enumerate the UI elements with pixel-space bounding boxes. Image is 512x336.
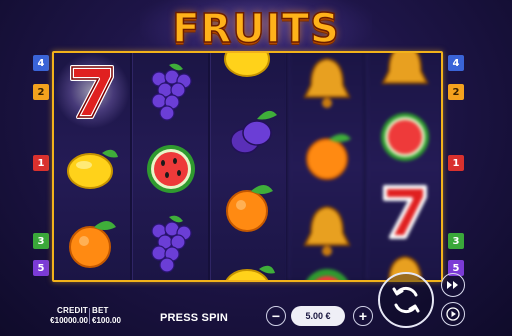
fast-forward-icon bbox=[447, 281, 458, 289]
lemon-icon bbox=[211, 245, 287, 280]
payline-indicator-left[interactable]: 4 bbox=[33, 55, 49, 71]
orange-icon bbox=[54, 205, 130, 280]
reel-1 bbox=[54, 53, 130, 280]
spin-arrows-icon bbox=[392, 286, 420, 314]
slot-game-screen: FRUITS 4 2 1 3 5 4 2 1 3 5 CREDIT €10000… bbox=[0, 0, 512, 336]
control-bar: CREDIT €10000.00 BET €100.00 PRESS SPIN … bbox=[0, 286, 512, 336]
play-icon bbox=[446, 307, 460, 321]
lemon-icon bbox=[211, 53, 287, 93]
payline-indicator-right[interactable]: 2 bbox=[448, 84, 464, 100]
bet-value: €100.00 bbox=[92, 316, 121, 325]
decrease-bet-button[interactable]: − bbox=[266, 306, 286, 326]
payline-indicator-left[interactable]: 3 bbox=[33, 233, 49, 249]
grapes-icon bbox=[133, 53, 209, 129]
watermelon-icon bbox=[367, 97, 441, 173]
reel-4 bbox=[288, 53, 364, 280]
plum-icon bbox=[211, 93, 287, 169]
game-title: FRUITS bbox=[171, 5, 340, 53]
watermelon-icon bbox=[133, 129, 209, 205]
lemon-icon bbox=[54, 129, 130, 205]
bet-amount-field[interactable]: 5.00 € bbox=[291, 306, 345, 326]
orange-icon bbox=[289, 117, 365, 193]
credit-label: CREDIT bbox=[57, 306, 88, 315]
payline-indicator-left[interactable]: 5 bbox=[33, 260, 49, 276]
payline-indicator-left[interactable]: 2 bbox=[33, 84, 49, 100]
reels-frame bbox=[52, 51, 443, 282]
autoplay-button[interactable] bbox=[441, 302, 465, 326]
spin-button[interactable] bbox=[378, 272, 434, 328]
payline-indicator-left[interactable]: 1 bbox=[33, 155, 49, 171]
bet-label: BET bbox=[92, 306, 109, 315]
payline-indicator-right[interactable]: 4 bbox=[448, 55, 464, 71]
fast-forward-button[interactable] bbox=[441, 273, 465, 297]
bet-display: BET €100.00 bbox=[92, 306, 142, 325]
seven-icon bbox=[367, 173, 441, 249]
seven-icon bbox=[54, 53, 130, 129]
orange-icon bbox=[211, 169, 287, 245]
credit-display: CREDIT €10000.00 bbox=[36, 306, 88, 325]
divider bbox=[89, 308, 90, 324]
reel-2 bbox=[132, 53, 208, 280]
watermelon-icon bbox=[289, 253, 365, 280]
payline-indicator-right[interactable]: 1 bbox=[448, 155, 464, 171]
credit-value: €10000.00 bbox=[50, 316, 88, 325]
bell-icon bbox=[289, 53, 365, 121]
press-spin-label: PRESS SPIN bbox=[160, 312, 229, 324]
increase-bet-button[interactable]: + bbox=[353, 306, 373, 326]
grapes-icon bbox=[133, 205, 209, 280]
payline-indicator-right[interactable]: 3 bbox=[448, 233, 464, 249]
reel-5 bbox=[366, 53, 441, 280]
reel-3 bbox=[210, 53, 286, 280]
